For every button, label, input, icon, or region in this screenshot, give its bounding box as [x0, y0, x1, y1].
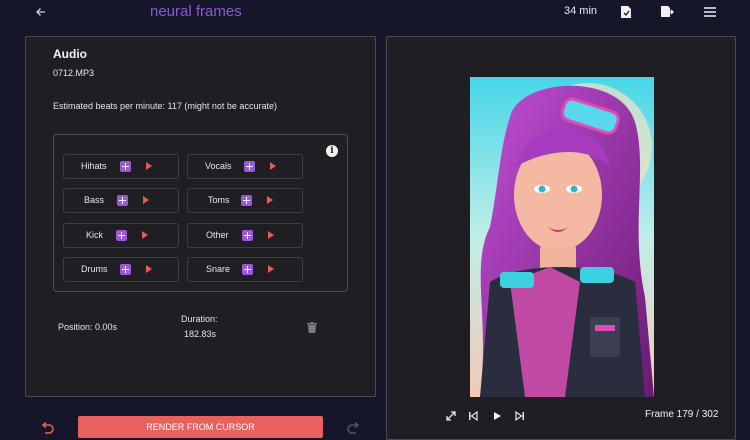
play-icon[interactable] [491, 409, 503, 421]
preview-panel: Frame 179 / 302 [386, 36, 736, 440]
stem-label: Snare [206, 264, 231, 274]
stem-label: Kick [86, 230, 104, 240]
plus-icon[interactable] [116, 230, 127, 241]
expand-icon[interactable] [445, 409, 457, 421]
stem-label: Toms [208, 195, 230, 205]
plus-icon[interactable] [241, 195, 252, 206]
play-icon[interactable] [143, 196, 149, 204]
undo-icon[interactable] [40, 421, 54, 434]
stem-label: Hihats [81, 161, 107, 171]
stem-other: Other [187, 223, 303, 248]
stems-box: i Hihats Vocals Bass Toms Kick Other Dru… [53, 134, 348, 292]
skip-forward-icon[interactable] [514, 409, 526, 422]
skip-back-icon[interactable] [467, 409, 479, 422]
stem-bass: Bass [63, 188, 179, 213]
frame-counter: Frame 179 / 302 [645, 409, 719, 420]
credits-remaining: 34 min [564, 5, 598, 17]
audio-title: Audio [53, 47, 87, 61]
play-icon[interactable] [267, 196, 273, 204]
stem-drums: Drums [63, 257, 179, 282]
trash-icon[interactable] [307, 320, 317, 333]
play-icon[interactable] [268, 265, 274, 273]
preview-image [470, 77, 654, 397]
stem-vocals: Vocals [187, 154, 303, 179]
stem-label: Bass [84, 195, 105, 205]
plus-icon[interactable] [120, 161, 131, 172]
position-readout: Position: 0.00s [58, 322, 118, 332]
redo-icon[interactable] [347, 421, 361, 434]
plus-icon[interactable] [242, 230, 253, 241]
export-icon[interactable] [660, 5, 674, 19]
render-from-cursor-button[interactable]: RENDER FROM CURSOR [78, 416, 323, 438]
stem-kick: Kick [63, 223, 179, 248]
bpm-estimate: Estimated beats per minute: 117 (might n… [53, 101, 277, 111]
play-icon[interactable] [142, 231, 148, 239]
stem-toms: Toms [187, 188, 303, 213]
stem-label: Other [206, 230, 229, 240]
duration-label: Duration: [181, 314, 218, 324]
plus-icon[interactable] [244, 161, 255, 172]
duration-value: 182.83s [184, 329, 217, 339]
plus-icon[interactable] [117, 195, 128, 206]
document-check-icon[interactable] [619, 5, 633, 19]
plus-icon[interactable] [120, 264, 131, 275]
top-bar: neural frames 34 min [0, 0, 750, 30]
menu-icon[interactable] [703, 5, 717, 19]
play-icon[interactable] [146, 162, 152, 170]
play-icon[interactable] [270, 162, 276, 170]
audio-filename: 0712.MP3 [53, 68, 95, 78]
plus-icon[interactable] [242, 264, 253, 275]
play-icon[interactable] [268, 231, 274, 239]
stem-snare: Snare [187, 257, 303, 282]
info-icon[interactable]: i [326, 145, 338, 157]
app-brand[interactable]: neural frames [150, 3, 242, 20]
back-arrow-icon[interactable] [34, 5, 48, 19]
stem-hihats: Hihats [63, 154, 179, 179]
audio-panel: Audio 0712.MP3 Estimated beats per minut… [25, 36, 376, 397]
stem-label: Drums [81, 264, 108, 274]
stem-label: Vocals [205, 161, 232, 171]
play-icon[interactable] [146, 265, 152, 273]
